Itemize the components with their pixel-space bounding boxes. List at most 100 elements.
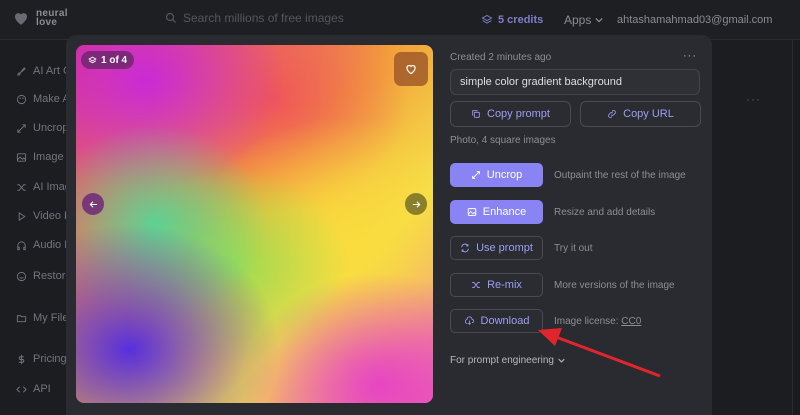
dollar-icon [18,354,25,364]
account-email: ahtashamahmad03@gmail.com [617,14,773,26]
next-image-button[interactable] [405,193,427,215]
use-prompt-description: Try it out [554,243,593,254]
expand-icon [17,123,26,133]
sidebar-item-label: Make AI Art [33,93,66,105]
sidebar-item-my-files[interactable]: My Files [16,312,66,324]
layers-icon [88,56,97,63]
sidebar-item-uncrop[interactable]: Uncrop [16,122,66,134]
heart-icon [406,64,416,75]
headphones-icon [17,240,26,250]
scrollbar[interactable] [792,40,800,415]
code-icon [16,385,27,393]
license-label: Image license: [554,316,619,327]
play-icon [18,211,26,221]
sidebar-item-label: AI Image Remix [33,181,66,193]
sidebar-item-label: API [33,383,51,395]
sidebar-item-pricing[interactable]: Pricing [16,353,66,365]
search-icon [165,12,176,23]
chevron-down-icon [558,358,565,363]
previous-image-button[interactable] [82,193,104,215]
sidebar-item-video-enhancer[interactable]: Video Enhancer [16,210,66,222]
more-options-icon[interactable]: ··· [746,92,761,106]
uncrop-label: Uncrop [486,169,523,181]
expand-icon [471,171,480,179]
image-icon [16,152,27,162]
prompt-engineering-toggle[interactable]: For prompt engineering [450,355,565,366]
image-detail-modal: 1 of 4 Created 2 minutes ago ··· simple … [66,35,712,415]
credits-label: 5 credits [498,14,544,26]
copy-url-button[interactable]: Copy URL [580,101,701,127]
sidebar-item-label: Restore Faces [33,270,66,282]
license-link[interactable]: CC0 [621,316,641,327]
gradient-image [76,45,433,403]
apps-label: Apps [564,13,592,27]
image-meta: Photo, 4 square images [450,135,556,146]
generated-image[interactable]: 1 of 4 [76,45,433,403]
remix-label: Re-mix [487,279,522,291]
license-info: Image license: CC0 [554,316,641,327]
prompt-engineering-label: For prompt engineering [450,355,554,366]
app-window: neural love Search millions of free image… [0,0,800,415]
sidebar-item-label: My Files [33,312,66,324]
sidebar-item-ai-image-remix[interactable]: AI Image Remix [16,181,66,193]
copy-url-label: Copy URL [623,108,674,120]
sidebar: AI Art Generator Make AI Art Uncrop Imag… [0,40,66,415]
shuffle-icon [472,282,480,288]
copy-prompt-button[interactable]: Copy prompt [450,101,571,127]
logo-text-2: love [36,17,58,28]
details-panel: Created 2 minutes ago ··· simple color g… [450,35,712,415]
sidebar-item-label: Pricing [33,353,66,365]
use-prompt-label: Use prompt [476,242,533,254]
remix-description: More versions of the image [554,280,675,291]
uncrop-description: Outpaint the rest of the image [554,170,686,181]
chevron-down-icon [595,17,604,23]
image-counter: 1 of 4 [101,54,128,66]
sidebar-item-label: AI Art Generator [33,65,66,77]
prompt-value: simple color gradient background [460,76,623,88]
sidebar-item-ai-art-generator[interactable]: AI Art Generator [16,65,66,77]
account-menu[interactable]: ahtashamahmad03@gmail.com [617,14,772,26]
layers-icon [481,14,493,24]
sidebar-item-label: Uncrop [33,122,66,134]
folder-icon [16,314,27,322]
created-time: Created 2 minutes ago [450,52,552,63]
refresh-icon [461,243,469,253]
search-placeholder: Search millions of free images [183,11,344,25]
heart-logo-icon [15,13,27,25]
face-icon [16,271,27,281]
credits-button[interactable]: 5 credits [481,14,543,26]
more-options-icon[interactable]: ··· [683,50,697,62]
link-icon [608,110,616,118]
sidebar-item-audio-enhancer[interactable]: Audio Enhancer [16,239,66,251]
sidebar-item-api[interactable]: API [16,383,66,395]
top-bar: neural love Search millions of free image… [0,0,800,40]
use-prompt-button[interactable]: Use prompt [450,236,543,260]
sidebar-item-label: Audio Enhancer [33,239,66,251]
image-counter-badge: 1 of 4 [81,51,135,69]
cloud-download-icon [464,316,474,325]
image-icon [467,208,477,216]
arrow-left-icon [89,200,97,208]
enhance-button[interactable]: Enhance [450,200,543,224]
favorite-button[interactable] [394,52,428,86]
logo[interactable]: neural love [12,9,68,28]
arrow-right-icon [412,200,420,208]
sidebar-item-restore-faces[interactable]: Restore Faces [16,270,66,282]
prompt-text[interactable]: simple color gradient background [450,69,700,95]
apps-menu[interactable]: Apps [564,13,604,27]
download-button[interactable]: Download [450,309,543,333]
copy-icon [472,110,480,118]
copy-prompt-label: Copy prompt [487,108,550,120]
enhance-label: Enhance [482,206,527,218]
brush-icon [17,66,26,76]
enhance-description: Resize and add details [554,207,656,218]
download-label: Download [480,315,530,327]
sidebar-item-image-enhancer[interactable]: Image Enhancer [16,151,66,163]
search-input[interactable]: Search millions of free images [165,11,344,25]
shuffle-icon [17,183,26,191]
palette-icon [16,94,27,104]
uncrop-button[interactable]: Uncrop [450,163,543,187]
remix-button[interactable]: Re-mix [450,273,543,297]
sidebar-item-make-ai-art[interactable]: Make AI Art [16,93,66,105]
sidebar-item-label: Video Enhancer [33,210,66,222]
